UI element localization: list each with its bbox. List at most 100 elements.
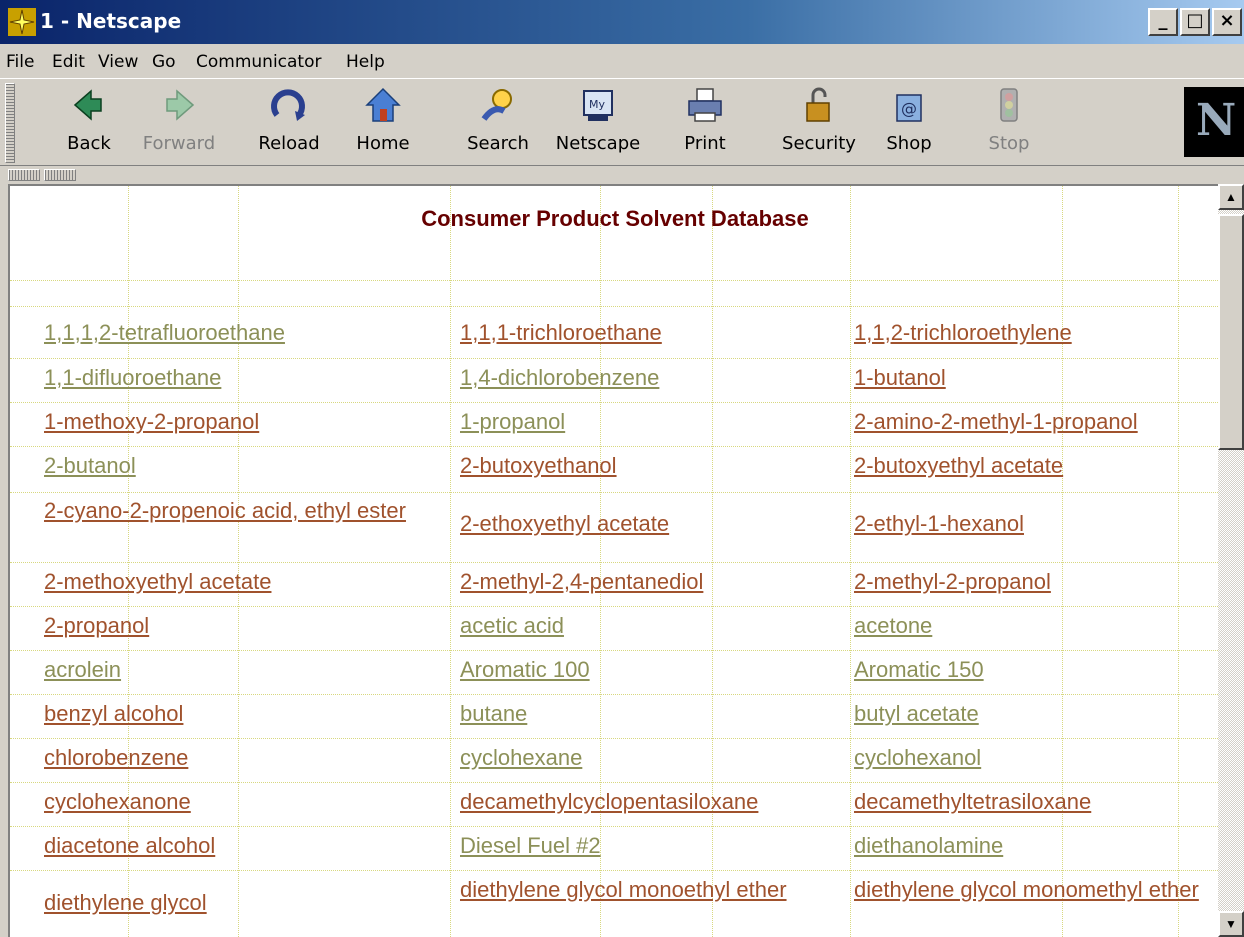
solvent-link[interactable]: 2-methoxyethyl acetate (44, 569, 444, 595)
gridline-horizontal (10, 606, 1218, 607)
solvent-link[interactable]: cyclohexanone (44, 789, 444, 815)
solvent-link[interactable]: diethylene glycol monomethyl ether (854, 877, 1216, 903)
solvent-link[interactable]: decamethylcyclopentasiloxane (460, 789, 850, 815)
page-title: Consumer Product Solvent Database (421, 206, 809, 231)
solvent-link[interactable]: 1,1,1-trichloroethane (460, 320, 850, 346)
solvent-link[interactable]: 2-methyl-2,4-pentanediol (460, 569, 850, 595)
stop-button[interactable]: Stop (964, 85, 1054, 161)
netscape-app-icon (8, 8, 36, 36)
gridline-horizontal (10, 402, 1218, 403)
reload-label: Reload (258, 133, 320, 154)
gridline-horizontal (10, 870, 1218, 871)
reload-icon (271, 89, 305, 121)
home-icon (365, 87, 401, 122)
scroll-up-arrow-icon[interactable]: ▲ (1218, 184, 1244, 210)
solvent-link[interactable]: 2-propanol (44, 613, 444, 639)
solvent-link[interactable]: Aromatic 100 (460, 657, 850, 683)
page-content: Consumer Product Solvent Database 1,1,1,… (8, 184, 1218, 937)
gridline-horizontal (10, 826, 1218, 827)
stop-icon (1000, 88, 1018, 122)
navigation-toolbar-tab[interactable] (8, 169, 40, 181)
scroll-down-arrow-icon[interactable]: ▼ (1218, 911, 1244, 937)
gridline-horizontal (10, 738, 1218, 739)
menu-view[interactable]: View (98, 52, 138, 72)
forward-arrow-icon (166, 89, 195, 121)
menu-communicator[interactable]: Communicator (196, 52, 321, 72)
logo-letter: N (1196, 95, 1237, 146)
solvent-link[interactable]: benzyl alcohol (44, 701, 444, 727)
gridline-horizontal (10, 694, 1218, 695)
location-toolbar-tab[interactable] (44, 169, 76, 181)
shop-icon: @ (896, 94, 922, 122)
solvent-link[interactable]: 2-amino-2-methyl-1-propanol (854, 409, 1216, 435)
home-button[interactable]: Home (338, 85, 428, 161)
reload-button[interactable]: Reload (244, 85, 334, 161)
solvent-link[interactable]: 2-butanol (44, 453, 444, 479)
gridline-horizontal (10, 782, 1218, 783)
netscape-logo[interactable]: N (1184, 87, 1244, 157)
minimize-button[interactable]: _ (1148, 8, 1178, 36)
solvent-link[interactable]: 1-propanol (460, 409, 850, 435)
gridline-horizontal (10, 280, 1218, 281)
shop-label: Shop (886, 133, 932, 154)
vertical-scrollbar[interactable]: ▲ ▼ (1218, 184, 1244, 937)
solvent-link[interactable]: chlorobenzene (44, 745, 444, 771)
solvent-link[interactable]: acetic acid (460, 613, 850, 639)
svg-text:@: @ (901, 99, 917, 118)
solvent-link[interactable]: 2-methyl-2-propanol (854, 569, 1216, 595)
print-button[interactable]: Print (660, 85, 750, 161)
printer-icon (688, 88, 722, 122)
solvent-link[interactable]: cyclohexanol (854, 745, 1216, 771)
title-bar[interactable]: 1 - Netscape _ □ × (0, 0, 1244, 44)
solvent-link[interactable]: 1-butanol (854, 365, 1216, 391)
solvent-link[interactable]: Aromatic 150 (854, 657, 1216, 683)
forward-button[interactable]: Forward (134, 85, 224, 161)
solvent-link[interactable]: butane (460, 701, 850, 727)
menu-edit[interactable]: Edit (52, 52, 85, 72)
solvent-link[interactable]: 2-ethyl-1-hexanol (854, 511, 1216, 537)
solvent-link[interactable]: butyl acetate (854, 701, 1216, 727)
security-button[interactable]: Security (774, 85, 864, 161)
gridline-horizontal (10, 446, 1218, 447)
gridline-horizontal (10, 492, 1218, 493)
close-button[interactable]: × (1212, 8, 1242, 36)
forward-label: Forward (142, 133, 216, 154)
menu-help[interactable]: Help (346, 52, 385, 72)
solvent-link[interactable]: 2-ethoxyethyl acetate (460, 511, 850, 537)
navigation-toolbar: Back Forward Reload Home Search My Netsc… (0, 78, 1244, 166)
solvent-link[interactable]: 1,1-difluoroethane (44, 365, 444, 391)
solvent-link[interactable]: 1,1,2-trichloroethylene (854, 320, 1216, 346)
padlock-icon (806, 87, 830, 122)
solvent-link[interactable]: Diesel Fuel #2 (460, 833, 850, 859)
gridline-horizontal (10, 562, 1218, 563)
my-netscape-button[interactable]: My Netscape (553, 85, 643, 161)
solvent-link[interactable]: 2-butoxyethyl acetate (854, 453, 1216, 479)
scrollbar-thumb[interactable] (1218, 214, 1244, 450)
solvent-link[interactable]: 1,4-dichlorobenzene (460, 365, 850, 391)
solvent-link[interactable]: diacetone alcohol (44, 833, 444, 859)
svg-text:My: My (589, 98, 605, 111)
solvent-link[interactable]: acetone (854, 613, 1216, 639)
solvent-link[interactable]: 2-butoxyethanol (460, 453, 850, 479)
menu-bar: File Edit View Go Communicator Help (0, 44, 1244, 78)
solvent-link[interactable]: diethylene glycol (44, 890, 444, 916)
shop-button[interactable]: @ Shop (864, 85, 954, 161)
menu-go[interactable]: Go (152, 52, 176, 72)
solvent-link[interactable]: decamethyltetrasiloxane (854, 789, 1216, 815)
solvent-link[interactable]: cyclohexane (460, 745, 850, 771)
back-button[interactable]: Back (44, 85, 134, 161)
solvent-link[interactable]: 1-methoxy-2-propanol (44, 409, 444, 435)
print-label: Print (684, 133, 726, 154)
browser-window: 1 - Netscape _ □ × File Edit View Go Com… (0, 0, 1244, 937)
solvent-link[interactable]: diethanolamine (854, 833, 1216, 859)
solvent-link[interactable]: diethylene glycol monoethyl ether (460, 877, 850, 903)
toolbar-tab-strip (0, 167, 1244, 183)
solvent-link[interactable]: 2-cyano-2-propenoic acid, ethyl ester (44, 498, 444, 524)
menu-file[interactable]: File (6, 52, 34, 72)
toolbar-grip[interactable] (5, 83, 15, 163)
maximize-button[interactable]: □ (1180, 8, 1210, 36)
gridline-horizontal (10, 306, 1218, 307)
solvent-link[interactable]: 1,1,1,2-tetrafluoroethane (44, 320, 444, 346)
search-button[interactable]: Search (453, 85, 543, 161)
solvent-link[interactable]: acrolein (44, 657, 444, 683)
